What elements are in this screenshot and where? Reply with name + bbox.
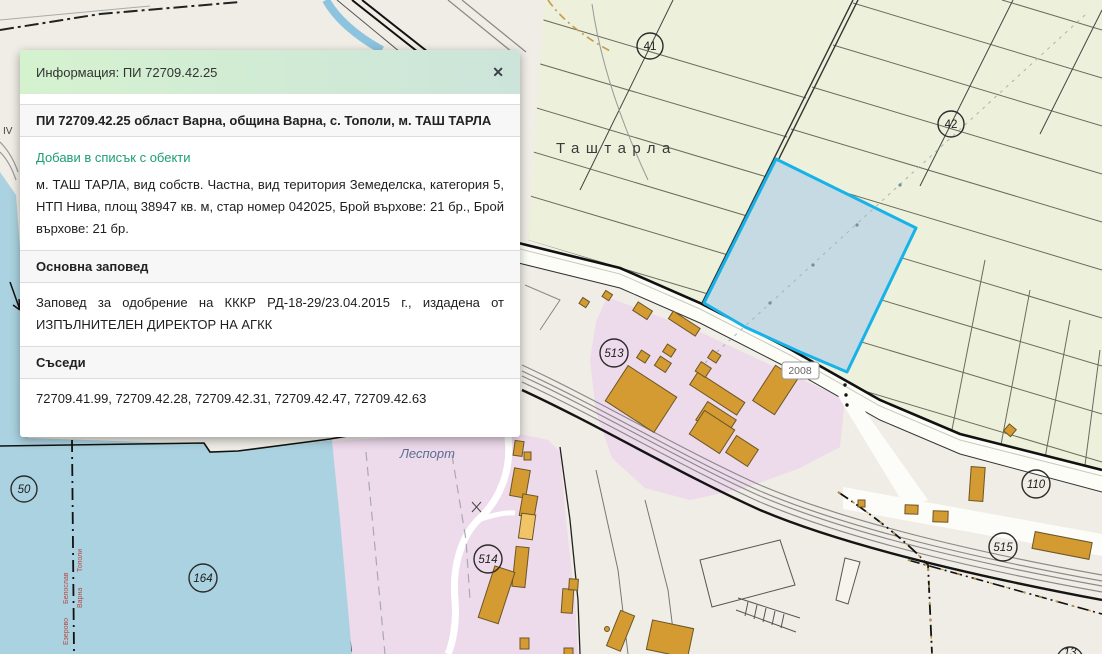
app-window: 41 42 50 164 513 514 515 110 13 Таштарла…	[0, 0, 1102, 654]
sheet-label-50: 50	[18, 484, 31, 496]
sheet-label-41: 41	[644, 41, 657, 53]
road-number-badge: 2008	[782, 362, 819, 379]
sheet-label-513: 513	[604, 348, 624, 360]
sheet-label-13: 13	[1064, 647, 1077, 654]
sheet-label-42: 42	[945, 119, 958, 131]
boundary-label-varna: Варна	[77, 588, 84, 608]
order-text: Заповед за одобрение на КККР РД-18-29/23…	[36, 292, 504, 336]
add-to-list-link[interactable]: Добави в списък с обекти	[36, 150, 504, 165]
neighbors-text: 72709.41.99, 72709.42.28, 72709.42.31, 7…	[36, 388, 504, 410]
sheet-label-514: 514	[478, 554, 497, 566]
boundary-label-ezerovo: Езерово	[63, 618, 70, 645]
sheet-label-515: 515	[993, 542, 1013, 554]
boundary-label-topoli: Тополи	[77, 549, 84, 572]
area-name-label: Таштарла	[556, 140, 677, 157]
parcel-details-text: м. ТАШ ТАРЛА, вид собств. Частна, вид те…	[36, 174, 504, 240]
info-popup: Информация: ПИ 72709.42.25 ✕ ПИ 72709.42…	[20, 50, 520, 437]
section-heading-order: Основна заповед	[20, 250, 520, 283]
sheet-label-110: 110	[1027, 479, 1046, 491]
parcel-title: ПИ 72709.42.25 област Варна, община Варн…	[20, 104, 520, 137]
popup-header-title: Информация: ПИ 72709.42.25	[36, 65, 217, 80]
boundary-label-beloslav: Белослав	[63, 572, 70, 604]
port-name-label: Леспорт	[399, 446, 455, 461]
popup-header: Информация: ПИ 72709.42.25 ✕	[20, 50, 520, 94]
corner-label: IV	[3, 126, 13, 137]
close-icon[interactable]: ✕	[492, 65, 504, 79]
section-heading-neighbors: Съседи	[20, 346, 520, 379]
sheet-label-164: 164	[193, 573, 212, 585]
road-number-label: 2008	[788, 365, 812, 377]
